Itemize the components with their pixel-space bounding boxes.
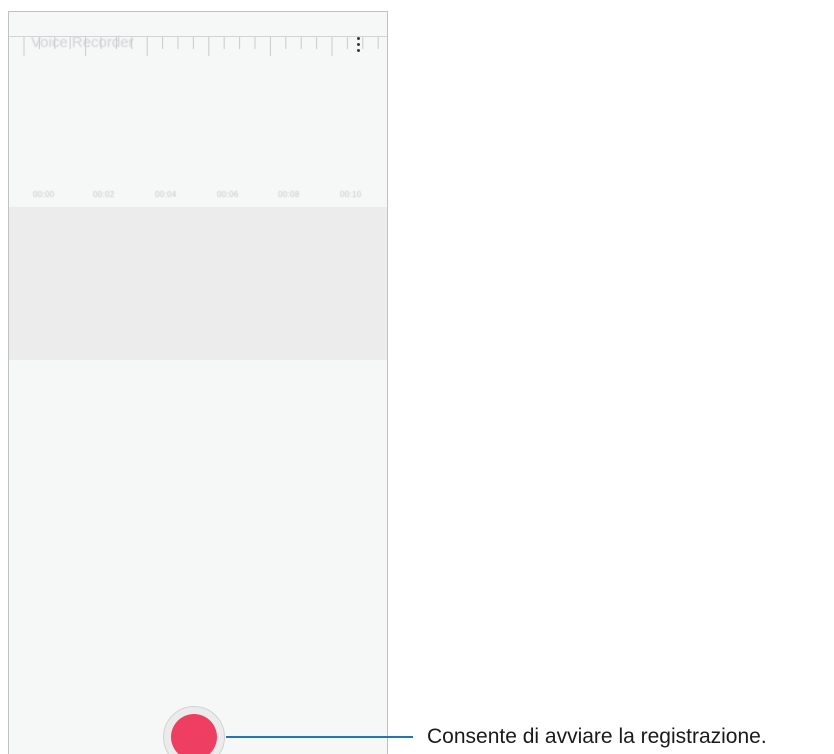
time-label: 00:00: [33, 190, 55, 199]
time-label: 00:02: [93, 190, 115, 199]
screen: Voice Recorder 00:00 00:02 00:04 00:06 0…: [0, 0, 834, 754]
time-label: 00:04: [155, 190, 177, 199]
callout-line: [226, 736, 413, 738]
phone-screen: Voice Recorder 00:00 00:02 00:04 00:06 0…: [8, 11, 388, 754]
time-ruler: [9, 36, 387, 56]
record-icon[interactable]: [171, 714, 217, 754]
time-label: 00:06: [217, 190, 239, 199]
time-label: 00:10: [340, 190, 362, 199]
callout-text: Consente di avviare la registrazione.: [427, 725, 767, 748]
time-label: 00:08: [278, 190, 300, 199]
waveform-area: [9, 207, 387, 360]
timeline: 00:00 00:02 00:04 00:06 00:08 00:10: [9, 180, 387, 210]
